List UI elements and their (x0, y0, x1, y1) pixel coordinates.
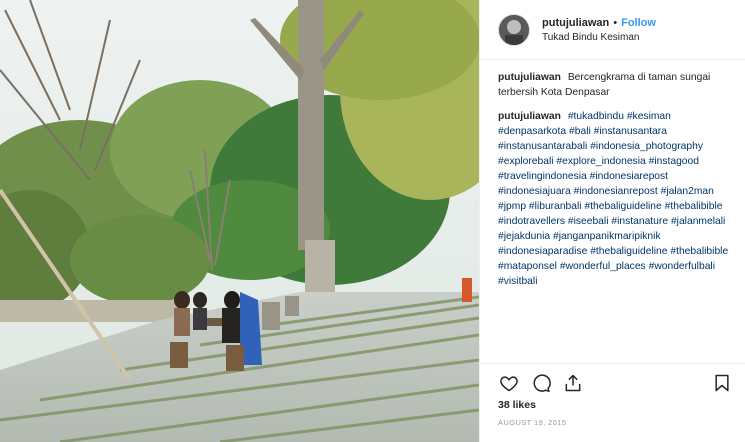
likes-count[interactable]: 38 likes (498, 399, 536, 411)
hashtag-comment: putujuliawan #tukadbindu #kesiman #denpa… (498, 109, 731, 289)
share-icon[interactable] (562, 372, 584, 394)
hashtag-link[interactable]: #instanature (611, 216, 668, 227)
comments-section: putujuliawan Bercengkrama di taman sunga… (498, 70, 731, 308)
location-link[interactable]: Tukad Bindu Kesiman (542, 32, 656, 43)
bookmark-icon[interactable] (711, 372, 733, 394)
hashtag-link[interactable]: #bali (569, 126, 591, 137)
hashtag-link[interactable]: #indonesiaparadise (498, 246, 587, 257)
hashtag-link[interactable]: #explorebali (498, 156, 554, 167)
header-text: putujuliawan • Follow Tukad Bindu Kesima… (542, 17, 656, 43)
post-date: AUGUST 19, 2015 (498, 418, 567, 427)
hashtag-link[interactable]: #jejakdunia (498, 231, 550, 242)
hashtag-link[interactable]: #jpmp (498, 201, 526, 212)
hashtag-link[interactable]: #visitbali (498, 276, 538, 287)
hashtag-link[interactable]: #thebalibible (665, 201, 723, 212)
avatar[interactable] (498, 13, 530, 46)
comment-icon[interactable] (530, 372, 552, 394)
hashtag-link[interactable]: #wonderful_places (560, 261, 646, 272)
hashtag-link[interactable]: #kesiman (627, 111, 671, 122)
hashtag-link[interactable]: #liburanbali (529, 201, 582, 212)
post-photo[interactable] (0, 0, 479, 442)
hashtag-link[interactable]: #jalan2man (661, 186, 714, 197)
caption-comment: putujuliawan Bercengkrama di taman sunga… (498, 70, 731, 100)
hashtag-link[interactable]: #instagood (649, 156, 699, 167)
hashtag-link[interactable]: #iseebali (568, 216, 609, 227)
caption-username[interactable]: putujuliawan (498, 72, 561, 83)
hashtag-link[interactable]: #indonesiajuara (498, 186, 571, 197)
post-header: putujuliawan • Follow Tukad Bindu Kesima… (480, 0, 745, 60)
hashtag-link[interactable]: #thebaliguideline (584, 201, 661, 212)
hashtag-link[interactable]: #jalanmelali (671, 216, 725, 227)
hashtag-link[interactable]: #thebaliguideline (590, 246, 667, 257)
instagram-post: putujuliawan • Follow Tukad Bindu Kesima… (0, 0, 745, 442)
hashtag-list: #tukadbindu #kesiman #denpasarkota #bali… (498, 111, 728, 287)
header-separator: • (613, 16, 618, 29)
hashtag-link[interactable]: #indotravellers (498, 216, 565, 227)
hashtag-link[interactable]: #wonderfulbali (649, 261, 715, 272)
hashtag-link[interactable]: #travelingindonesia (498, 171, 587, 182)
hashtag-link[interactable]: #mataponsel (498, 261, 557, 272)
hashtag-link[interactable]: #indonesia_photography (590, 141, 703, 152)
hashtag-link[interactable]: #indonesianrepost (574, 186, 658, 197)
hashtag-link[interactable]: #denpasarkota (498, 126, 566, 137)
hashtag-link[interactable]: #indonesiarepost (590, 171, 668, 182)
hashtag-link[interactable]: #explore_indonesia (556, 156, 645, 167)
hashtag-link[interactable]: #tukadbindu (568, 111, 624, 122)
header-username[interactable]: putujuliawan (542, 17, 609, 29)
hashtag-link[interactable]: #instanusantara (594, 126, 667, 137)
profile-picture-icon (499, 14, 529, 45)
hashtag-comment-username[interactable]: putujuliawan (498, 111, 561, 122)
post-side-panel: putujuliawan • Follow Tukad Bindu Kesima… (479, 0, 745, 442)
action-bar (480, 363, 745, 401)
park-scene-image (0, 0, 479, 442)
hashtag-link[interactable]: #thebalibible (670, 246, 728, 257)
follow-button[interactable]: Follow (621, 17, 656, 29)
heart-icon[interactable] (498, 372, 520, 394)
hashtag-link[interactable]: #instanusantarabali (498, 141, 587, 152)
hashtag-link[interactable]: #janganpanikmaripiknik (553, 231, 661, 242)
